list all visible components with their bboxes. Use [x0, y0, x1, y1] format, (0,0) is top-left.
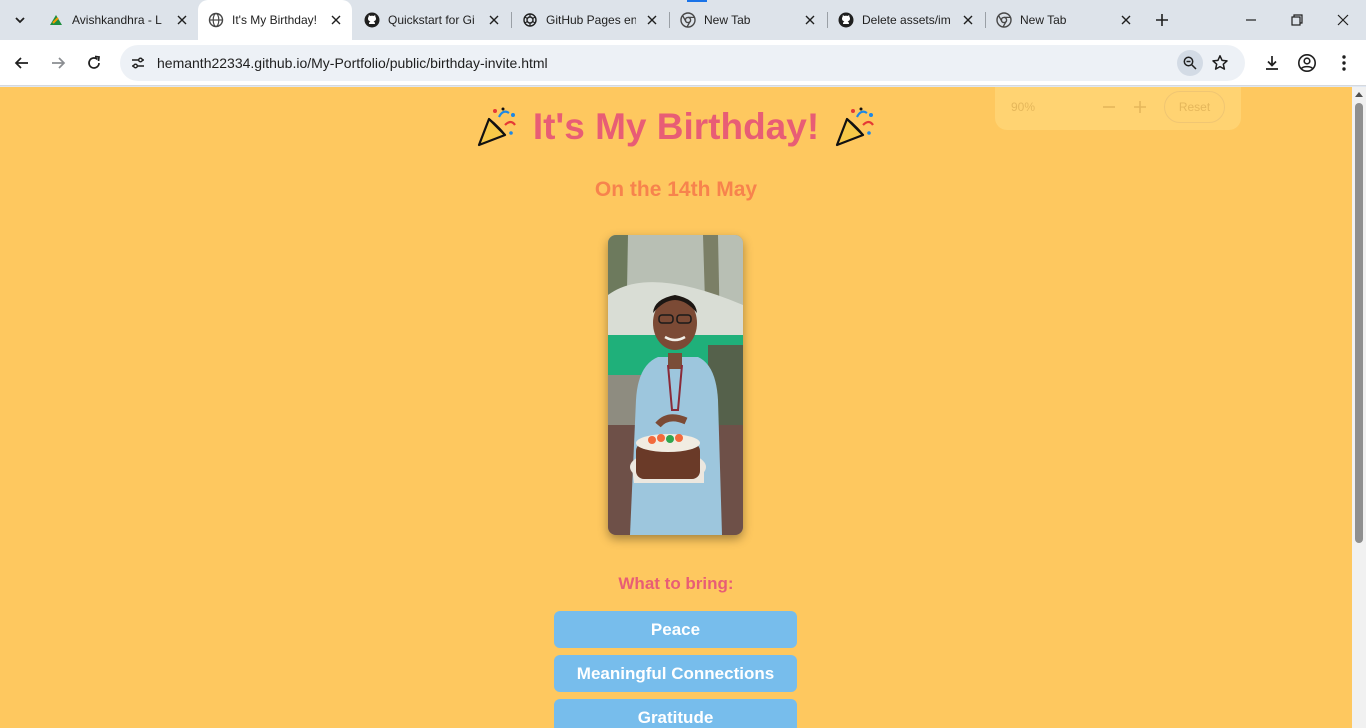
tab-github-pages[interactable]: GitHub Pages en	[512, 6, 668, 34]
party-popper-icon	[477, 107, 516, 147]
forward-button[interactable]	[44, 49, 72, 77]
restore-icon	[1291, 14, 1303, 26]
zoom-percent: 90%	[1011, 100, 1036, 114]
tab-strip: Avishkandhra - L It's My Birthday! Quick…	[0, 0, 1366, 40]
bring-item-meaningful-connections[interactable]: Meaningful Connections	[554, 655, 797, 692]
minimize-button[interactable]	[1228, 0, 1274, 40]
back-button[interactable]	[8, 49, 36, 77]
tab-quickstart[interactable]: Quickstart for Gi	[354, 6, 510, 34]
tab-new-tab-2[interactable]: New Tab	[986, 6, 1142, 34]
tab-loading-indicator	[687, 0, 707, 2]
tab-new-tab-1[interactable]: New Tab	[670, 6, 826, 34]
globe-icon	[208, 12, 224, 28]
profile-button[interactable]	[1293, 49, 1321, 77]
zoom-in-button[interactable]	[1129, 96, 1151, 118]
chrome-icon	[996, 12, 1012, 28]
close-tab-icon[interactable]	[486, 12, 502, 28]
what-to-bring-label: What to bring:	[618, 574, 734, 593]
tab-title: It's My Birthday!	[232, 13, 317, 27]
minimize-icon	[1246, 19, 1256, 21]
birthday-date: On the 14th May	[594, 178, 758, 201]
close-tab-icon[interactable]	[960, 12, 976, 28]
chrome-icon	[680, 12, 696, 28]
scroll-up-arrow-icon[interactable]	[1355, 91, 1363, 97]
new-tab-button[interactable]	[1150, 8, 1174, 32]
close-tab-icon[interactable]	[1118, 12, 1134, 28]
close-tab-icon[interactable]	[174, 12, 190, 28]
birthday-photo	[608, 235, 743, 535]
site-settings-icon[interactable]	[128, 53, 148, 73]
url-text[interactable]: hemanth22334.github.io/My-Portfolio/publ…	[157, 55, 548, 71]
tab-title: New Tab	[704, 13, 751, 27]
menu-button[interactable]	[1330, 49, 1358, 77]
page-scrollbar[interactable]	[1352, 87, 1366, 728]
zoom-icon[interactable]	[1177, 50, 1203, 76]
kebab-menu-icon	[1342, 55, 1346, 71]
close-tab-icon[interactable]	[802, 12, 818, 28]
avishkandhra-icon	[48, 12, 64, 28]
party-popper-icon	[836, 107, 875, 147]
profile-icon	[1298, 54, 1316, 72]
plus-icon	[1134, 101, 1146, 113]
arrow-right-icon	[52, 57, 66, 69]
tab-title: Avishkandhra - L	[72, 13, 162, 27]
tab-delete-assets[interactable]: Delete assets/im	[828, 6, 984, 34]
tab-title: New Tab	[1020, 13, 1067, 27]
restore-button[interactable]	[1274, 0, 1320, 40]
chevron-down-icon	[15, 17, 25, 24]
close-tab-icon[interactable]	[328, 12, 344, 28]
minus-icon	[1103, 106, 1115, 108]
reload-button[interactable]	[80, 49, 108, 77]
zoom-out-button[interactable]	[1098, 96, 1120, 118]
reload-icon	[88, 55, 100, 69]
tab-avishkandhra[interactable]: Avishkandhra - L	[38, 6, 198, 34]
plus-icon	[1156, 14, 1168, 26]
tab-its-my-birthday[interactable]: It's My Birthday!	[198, 0, 352, 40]
github-icon	[838, 12, 854, 28]
close-icon	[1337, 14, 1349, 26]
tab-title: Quickstart for Gi	[388, 13, 475, 27]
download-icon	[1266, 56, 1278, 70]
openai-icon	[522, 12, 538, 28]
bring-item-gratitude[interactable]: Gratitude	[554, 699, 797, 728]
downloads-button[interactable]	[1258, 49, 1286, 77]
tab-title: GitHub Pages en	[546, 13, 636, 27]
address-bar[interactable]: hemanth22334.github.io/My-Portfolio/publ…	[120, 45, 1245, 81]
bookmark-star-icon[interactable]	[1210, 53, 1230, 73]
scrollbar-thumb[interactable]	[1355, 103, 1363, 543]
bring-item-peace[interactable]: Peace	[554, 611, 797, 648]
tab-title: Delete assets/im	[862, 13, 951, 27]
page-title: It's My Birthday!	[532, 106, 820, 147]
tab-search-button[interactable]	[6, 7, 34, 33]
github-icon	[364, 12, 380, 28]
close-tab-icon[interactable]	[644, 12, 660, 28]
browser-toolbar: hemanth22334.github.io/My-Portfolio/publ…	[0, 40, 1366, 86]
zoom-popup: 90% Reset	[995, 87, 1241, 130]
close-window-button[interactable]	[1320, 0, 1366, 40]
page-content: It's My Birthday! On the 14th May What t…	[0, 87, 1352, 728]
zoom-reset-button[interactable]: Reset	[1164, 91, 1225, 123]
arrow-left-icon	[14, 57, 28, 69]
